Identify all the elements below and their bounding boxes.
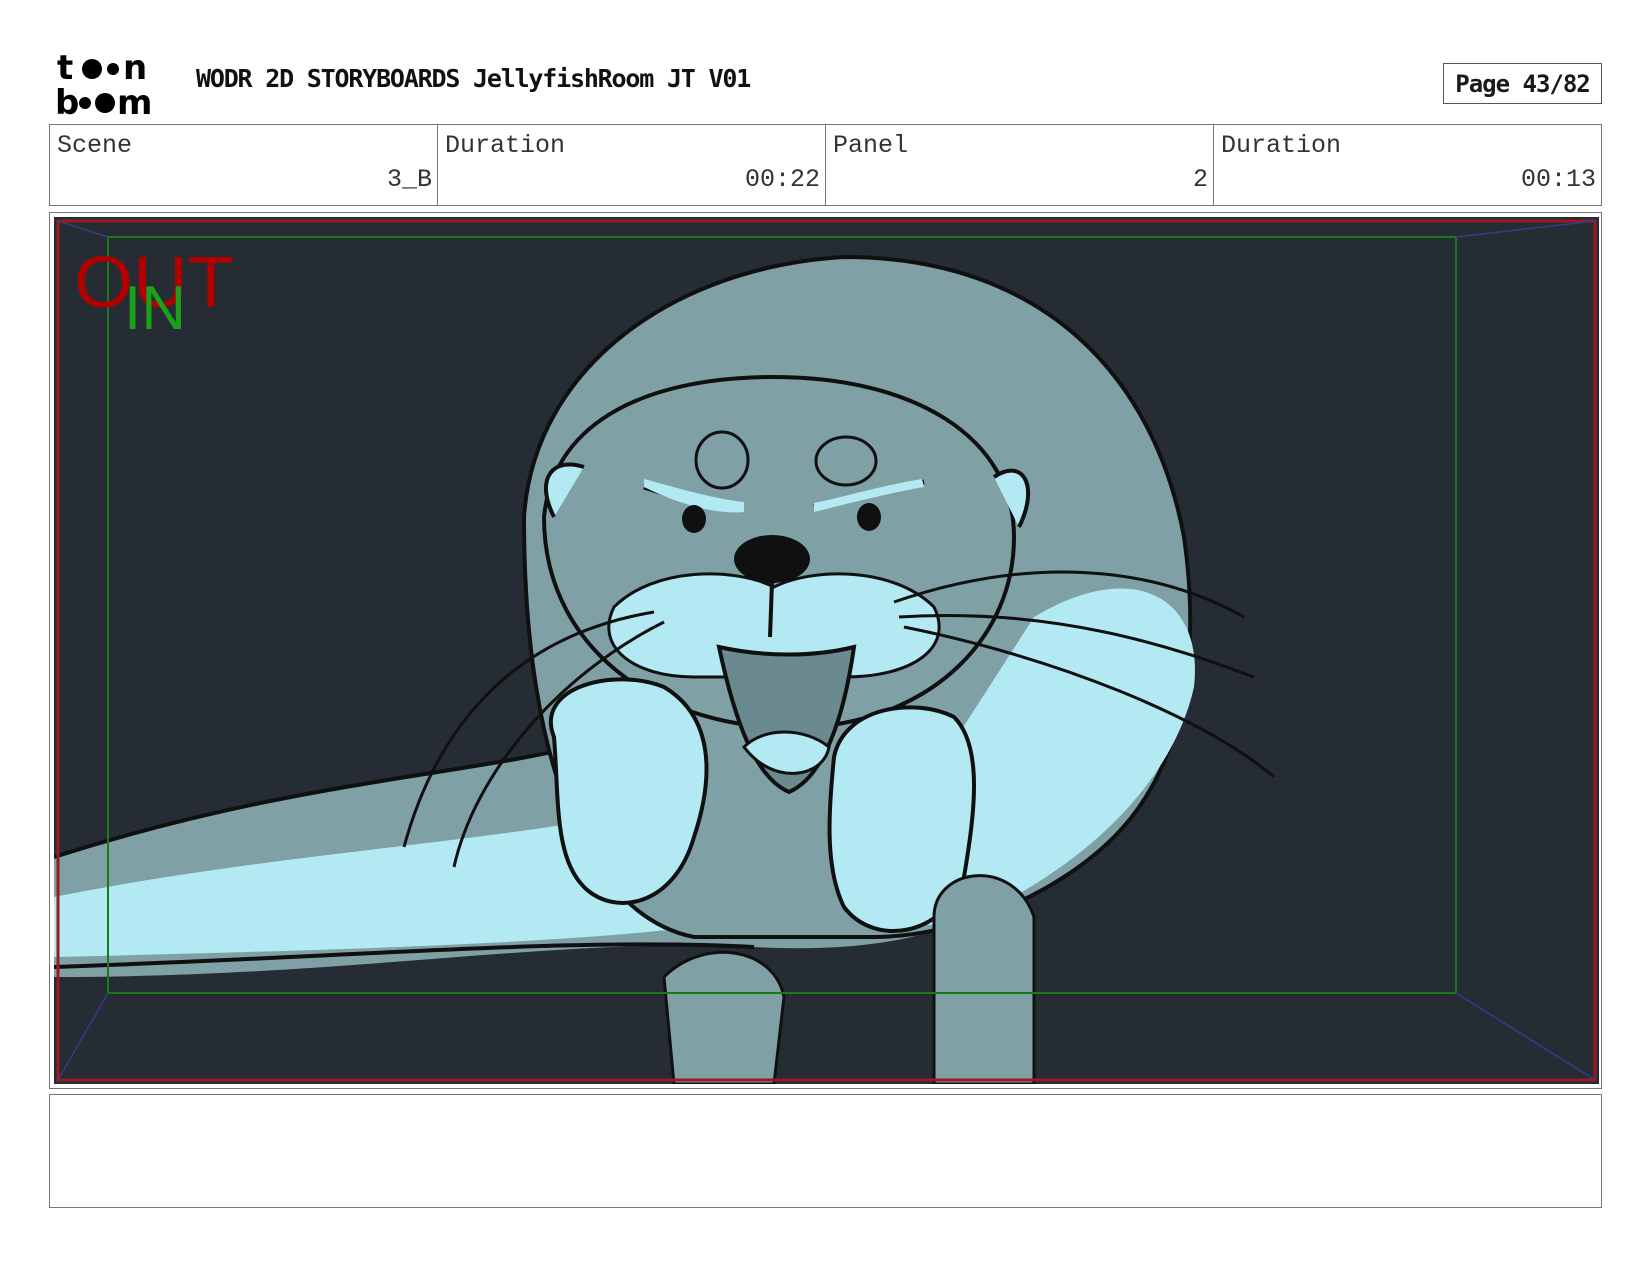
page-number: Page 43/82 [1443,63,1602,104]
info-strip: Scene 3_B Duration 00:22 Panel 2 Duratio… [49,124,1602,206]
document-title: WODR 2D STORYBOARDS JellyfishRoom JT V01 [196,64,751,93]
scene-cell: Scene 3_B [50,125,438,205]
scene-label: Scene [57,131,133,160]
scene-duration-cell: Duration 00:22 [438,125,826,205]
panel-cell: Panel 2 [826,125,1214,205]
scene-duration-label: Duration [445,131,566,160]
in-marker: IN [124,274,186,343]
scene-value: 3_B [386,165,432,194]
panel-duration-label: Duration [1221,131,1342,160]
panel-label: Panel [833,131,909,160]
toon-boom-logo: t n b m [55,52,152,118]
svg-text:m: m [117,83,152,118]
panel-value: 2 [1192,165,1208,194]
otter-left-eye [682,505,706,533]
notes-box [49,1094,1602,1208]
otter-right-eye [857,503,881,531]
otter-nose [734,535,810,583]
svg-text:b: b [55,83,79,118]
panel-duration-cell: Duration 00:13 [1214,125,1601,205]
scene-duration-value: 00:22 [744,165,820,194]
storyboard-panel-image: OUT IN [54,217,1599,1084]
panel-duration-value: 00:13 [1520,165,1596,194]
